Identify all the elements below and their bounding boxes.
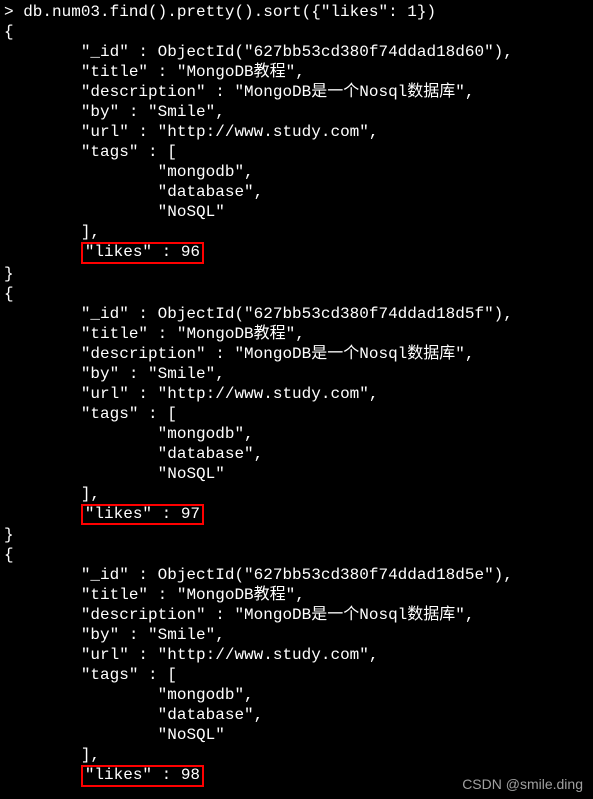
doc2-tag0: mongodb [167,686,234,704]
doc2-description: MongoDB是一个Nosql数据库 [244,606,455,624]
doc1-likes-highlight: "likes" : 97 [81,504,204,526]
doc1-url: http://www.study.com [167,385,359,403]
doc2-id: 627bb53cd380f74ddad18d5e [254,566,484,584]
doc1-tag2: NoSQL [167,465,215,483]
doc1-description: MongoDB是一个Nosql数据库 [244,345,455,363]
doc2-title: MongoDB教程 [186,586,285,604]
doc1-likes: 97 [181,505,200,523]
doc0-description: MongoDB是一个Nosql数据库 [244,83,455,101]
command-line: db.num03.find().pretty().sort({"likes": … [23,3,436,21]
doc0-by: Smile [158,103,206,121]
doc1-tag0: mongodb [167,425,234,443]
doc2-tag2: NoSQL [167,726,215,744]
doc0-title: MongoDB教程 [186,63,285,81]
doc0-likes-highlight: "likes" : 96 [81,242,204,264]
doc0-tag0: mongodb [167,163,234,181]
doc0-url: http://www.study.com [167,123,359,141]
watermark: CSDN @smile.ding [462,776,583,794]
doc1-tag1: database [167,445,244,463]
doc0-tag2: NoSQL [167,203,215,221]
doc2-url: http://www.study.com [167,646,359,664]
doc2-tag1: database [167,706,244,724]
doc1-by: Smile [158,365,206,383]
doc0-likes: 96 [181,243,200,261]
doc0-tag1: database [167,183,244,201]
doc2-likes-highlight: "likes" : 98 [81,765,204,787]
doc1-title: MongoDB教程 [186,325,285,343]
doc0-id: 627bb53cd380f74ddad18d60 [254,43,484,61]
terminal-output: > db.num03.find().pretty().sort({"likes"… [0,0,593,789]
doc2-by: Smile [158,626,206,644]
doc2-likes: 98 [181,766,200,784]
doc1-id: 627bb53cd380f74ddad18d5f [254,305,484,323]
